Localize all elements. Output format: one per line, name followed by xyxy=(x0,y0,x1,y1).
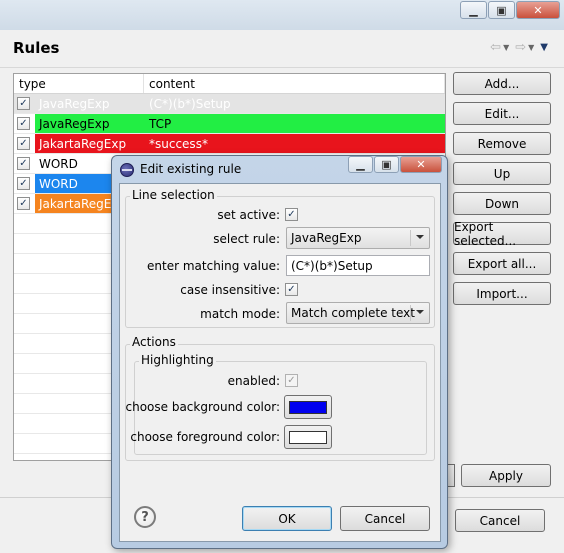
apply-button[interactable]: Apply xyxy=(461,464,551,487)
line-selection-label: Line selection xyxy=(130,188,217,202)
maximize-icon: ▣ xyxy=(381,158,392,171)
minimize-icon: ▁ xyxy=(356,158,365,171)
background-color-label: choose background color: xyxy=(125,400,280,414)
table-row[interactable]: ✓ JavaRegExp (C*)(b*)Setup xyxy=(14,94,445,114)
table-row[interactable]: ✓ JakartaRegExp *success* xyxy=(14,134,445,154)
close-button[interactable]: ✕ xyxy=(516,1,560,19)
dialog-body: Line selection set active: ✓ select rule… xyxy=(119,183,441,542)
dialog-title: Edit existing rule xyxy=(140,162,242,176)
highlighting-label: Highlighting xyxy=(139,353,216,367)
minimize-icon: ▁ xyxy=(469,3,478,17)
maximize-icon: ▣ xyxy=(496,3,507,17)
dialog-maximize-button[interactable]: ▣ xyxy=(374,156,399,173)
type-cell: ✓ JakartaRegExp xyxy=(14,134,144,153)
dropdown-divider xyxy=(410,305,411,321)
remove-button[interactable]: Remove xyxy=(453,132,551,155)
rule-content-cell: *success* xyxy=(144,134,445,153)
enabled-label: enabled: xyxy=(227,374,280,388)
row-enabled-checkbox[interactable]: ✓ xyxy=(17,137,30,150)
maximize-button[interactable]: ▣ xyxy=(488,1,515,19)
case-insensitive-checkbox[interactable]: ✓ xyxy=(285,283,298,296)
match-mode-label: match mode: xyxy=(200,307,280,321)
back-dropdown-icon[interactable]: ▼ xyxy=(503,43,509,52)
down-button[interactable]: Down xyxy=(453,192,551,215)
rule-type-label: JavaRegExp xyxy=(39,96,110,111)
dialog-window-controls: ▁ ▣ ✕ xyxy=(347,156,442,173)
type-cell: ✓ JavaRegExp xyxy=(14,114,144,133)
row-enabled-checkbox[interactable]: ✓ xyxy=(17,177,30,190)
dialog-titlebar: Edit existing rule ▁ ▣ ✕ xyxy=(112,156,447,183)
case-insensitive-label: case insensitive: xyxy=(180,283,280,297)
set-active-label: set active: xyxy=(217,208,280,222)
enabled-checkbox: ✓ xyxy=(285,374,298,387)
export-all-button[interactable]: Export all... xyxy=(453,252,551,275)
match-mode-value: Match complete text xyxy=(291,306,415,320)
matching-value-label: enter matching value: xyxy=(147,259,280,273)
table-header: type content xyxy=(14,74,445,94)
history-nav: ⇦ ▼ ⇨ ▼ ▼ xyxy=(490,40,548,55)
type-cell: ✓ JavaRegExp xyxy=(14,94,144,113)
background-color-button[interactable] xyxy=(284,395,332,419)
rule-type-label: JakartaRegExp xyxy=(35,134,144,153)
matching-value-input[interactable]: (C*)(b*)Setup xyxy=(286,255,430,276)
forward-dropdown-icon[interactable]: ▼ xyxy=(528,43,534,52)
set-active-checkbox[interactable]: ✓ xyxy=(285,208,298,221)
table-row[interactable]: ✓ JavaRegExp TCP xyxy=(14,114,445,134)
actions-label: Actions xyxy=(130,335,178,349)
view-menu-icon[interactable]: ▼ xyxy=(540,42,548,53)
edit-button[interactable]: Edit... xyxy=(453,102,551,125)
chevron-down-icon xyxy=(416,235,424,239)
foreground-color-button[interactable] xyxy=(284,425,332,449)
forward-arrow-icon[interactable]: ⇨ xyxy=(515,40,526,55)
page-header xyxy=(0,30,564,68)
chevron-down-icon xyxy=(416,310,424,314)
match-mode-dropdown[interactable]: Match complete text xyxy=(286,302,430,324)
rule-content-cell: TCP xyxy=(144,114,445,133)
rule-type-label: JavaRegExp xyxy=(35,114,144,133)
close-icon: ✕ xyxy=(416,158,426,171)
dialog-minimize-button[interactable]: ▁ xyxy=(348,156,373,173)
foreground-color-label: choose foreground color: xyxy=(130,430,280,444)
help-glyph: ? xyxy=(141,509,149,525)
foreground-color-swatch xyxy=(289,430,327,444)
eclipse-icon xyxy=(120,163,134,177)
select-rule-value: JavaRegExp xyxy=(291,231,362,245)
row-enabled-checkbox[interactable]: ✓ xyxy=(17,157,30,170)
preferences-cancel-button[interactable]: Cancel xyxy=(455,509,545,532)
window-titlebar: ▁ ▣ ✕ xyxy=(0,0,564,30)
page-title: Rules xyxy=(13,39,60,57)
column-header-type[interactable]: type xyxy=(14,74,144,93)
row-enabled-checkbox[interactable]: ✓ xyxy=(17,97,30,110)
up-button[interactable]: Up xyxy=(453,162,551,185)
dialog-close-button[interactable]: ✕ xyxy=(400,156,442,173)
select-rule-dropdown[interactable]: JavaRegExp xyxy=(286,227,430,249)
dropdown-divider xyxy=(410,230,411,246)
add-button[interactable]: Add... xyxy=(453,72,551,95)
ok-button[interactable]: OK xyxy=(242,506,332,531)
row-enabled-checkbox[interactable]: ✓ xyxy=(17,197,30,210)
background-color-swatch xyxy=(289,400,327,414)
column-header-content[interactable]: content xyxy=(144,74,445,93)
select-rule-label: select rule: xyxy=(213,232,280,246)
cancel-button[interactable]: Cancel xyxy=(340,506,430,531)
back-arrow-icon[interactable]: ⇦ xyxy=(490,40,501,55)
close-icon: ✕ xyxy=(533,3,543,17)
help-icon[interactable]: ? xyxy=(134,506,156,528)
export-selected-button[interactable]: Export selected... xyxy=(453,220,551,248)
edit-rule-dialog: Edit existing rule ▁ ▣ ✕ Line selection … xyxy=(111,155,448,549)
rule-content-cell: (C*)(b*)Setup xyxy=(149,96,231,111)
import-button[interactable]: Import... xyxy=(453,282,551,305)
window-controls: ▁ ▣ ✕ xyxy=(459,1,560,19)
row-enabled-checkbox[interactable]: ✓ xyxy=(17,117,30,130)
minimize-button[interactable]: ▁ xyxy=(460,1,487,19)
